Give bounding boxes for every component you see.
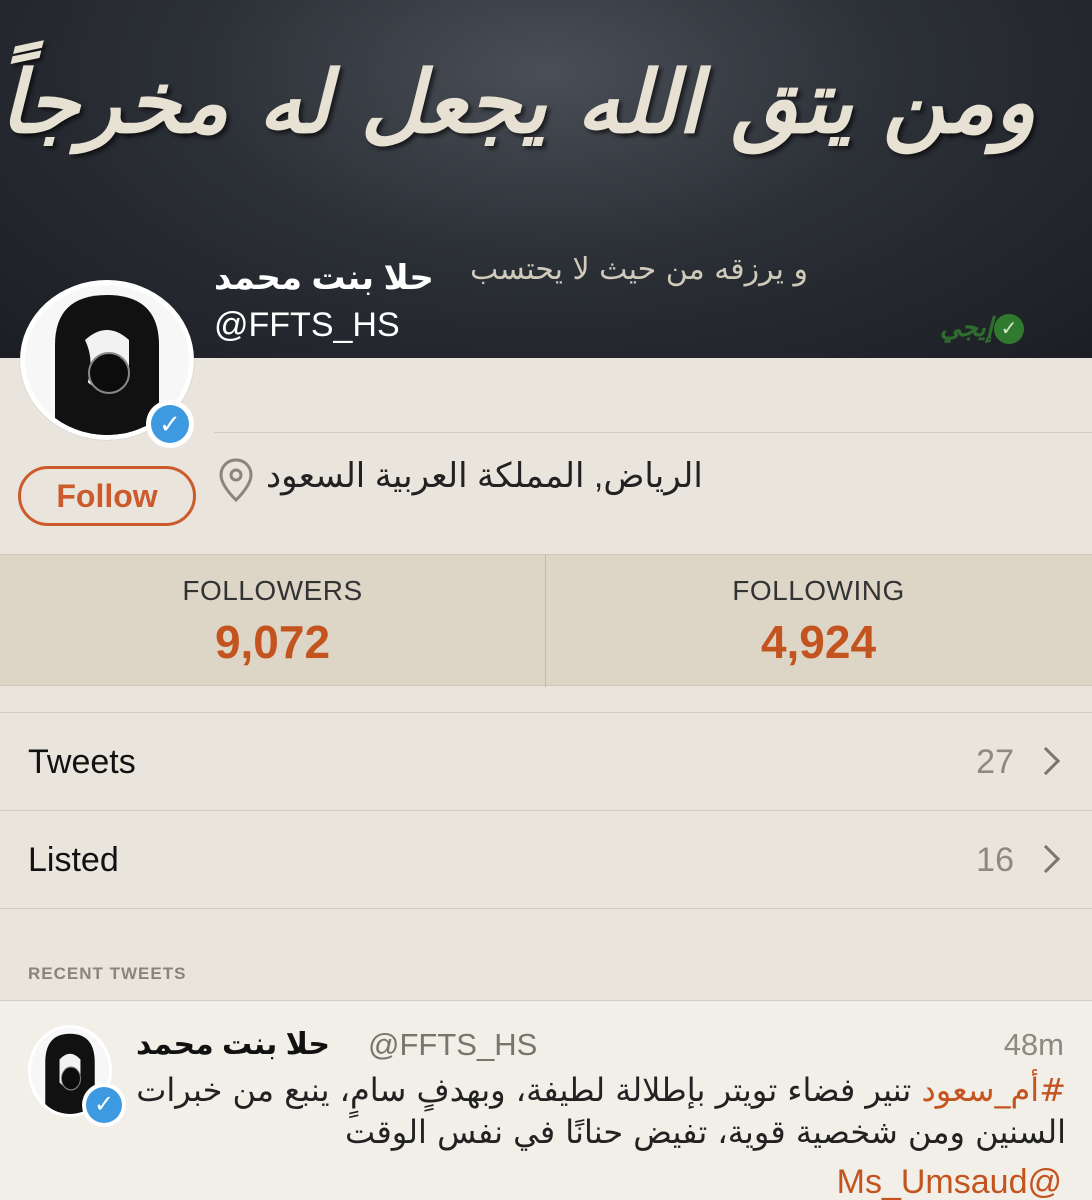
banner-logo: إيجي ✓ bbox=[938, 298, 1088, 356]
tweets-row-label: Tweets bbox=[28, 743, 136, 781]
divider bbox=[214, 432, 1092, 433]
banner-logo-text: إيجي bbox=[940, 312, 993, 342]
tweets-row[interactable]: Tweets 27 bbox=[0, 713, 1092, 811]
profile-rows: Tweets 27 Listed 16 bbox=[0, 712, 1092, 909]
tweet-hashtag[interactable]: #أم_سعود bbox=[921, 1071, 1066, 1109]
follow-button[interactable]: Follow bbox=[18, 466, 196, 526]
banner-calligraphy: ومن يتق الله يجعل له مخرجاً bbox=[0, 52, 1036, 153]
followers-stat[interactable]: FOLLOWERS 9,072 bbox=[0, 555, 545, 687]
tweet-author-name: حلا بنت محمد bbox=[136, 1028, 330, 1061]
banner-subtext: و يرزقه من حيث لا يحتسب bbox=[470, 252, 809, 287]
profile-location: الرياض, المملكة العربية السعود bbox=[266, 457, 703, 495]
followers-label: FOLLOWERS bbox=[182, 575, 363, 606]
chevron-right-icon bbox=[1031, 746, 1061, 776]
verified-badge-icon: ✓ bbox=[82, 1083, 126, 1127]
tweet-mention[interactable]: Ms_Umsaud@ bbox=[837, 1163, 1062, 1200]
following-stat[interactable]: FOLLOWING 4,924 bbox=[546, 555, 1091, 687]
tweets-row-count: 27 bbox=[976, 743, 1014, 781]
tweet-item[interactable]: ✓ حلا بنت محمد @FFTS_HS 48m #أم_سعود تني… bbox=[0, 1001, 1092, 1200]
following-label: FOLLOWING bbox=[732, 575, 905, 606]
following-count: 4,924 bbox=[760, 616, 877, 668]
check-icon: ✓ bbox=[994, 314, 1024, 344]
tweet-timestamp: 48m bbox=[1003, 1027, 1064, 1062]
location-pin-icon bbox=[219, 458, 253, 502]
tweet-author-handle: @FFTS_HS bbox=[368, 1027, 538, 1062]
listed-row-label: Listed bbox=[28, 841, 119, 879]
recent-tweets-header: RECENT TWEETS bbox=[28, 964, 187, 983]
stats-bar: FOLLOWERS 9,072 FOLLOWING 4,924 bbox=[0, 554, 1092, 687]
followers-count: 9,072 bbox=[214, 616, 331, 668]
listed-row-count: 16 bbox=[976, 841, 1014, 879]
verified-badge-icon: ✓ bbox=[146, 400, 194, 448]
chevron-right-icon bbox=[1031, 844, 1061, 874]
listed-row[interactable]: Listed 16 bbox=[0, 811, 1092, 909]
profile-handle: @FFTS_HS bbox=[214, 306, 400, 344]
profile-display-name: حلا بنت محمد bbox=[214, 259, 434, 297]
tweet-text: #أم_سعود تنير فضاء تويتر بإطلالة لطيفة، … bbox=[136, 1069, 1066, 1153]
